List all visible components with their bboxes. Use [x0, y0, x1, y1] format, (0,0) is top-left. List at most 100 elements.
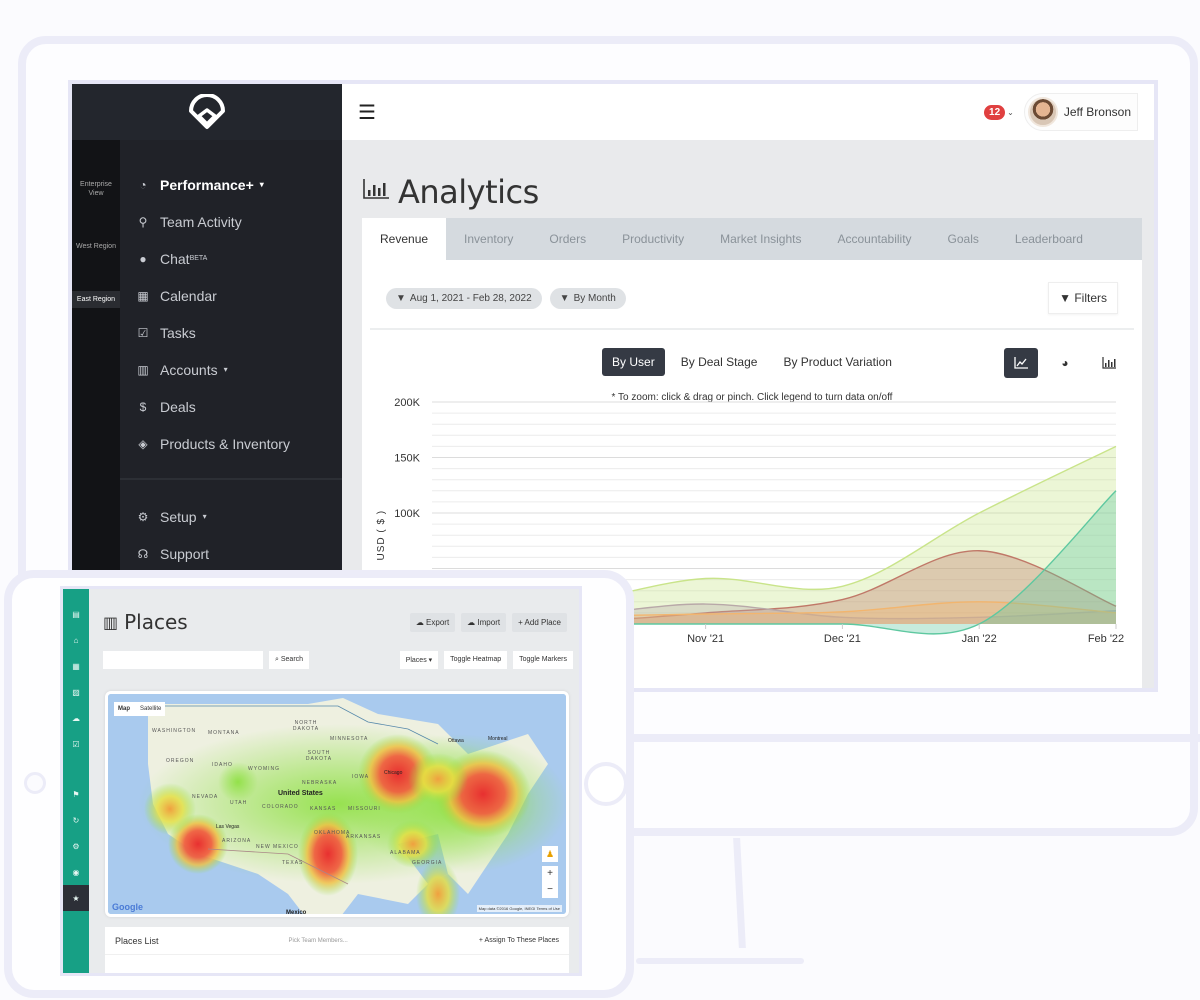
- sidebar-item-deals[interactable]: $ Deals: [120, 388, 342, 425]
- x-tick-label: Feb '22: [1088, 633, 1124, 645]
- map-state-label: OREGON: [166, 758, 195, 764]
- user-menu[interactable]: Jeff Bronson: [1023, 93, 1138, 131]
- sidebar-item-setup[interactable]: ⚙ Setup ▾: [120, 498, 342, 535]
- map-pin-icon: ⚲: [138, 214, 148, 229]
- calendar-icon[interactable]: ▦: [63, 653, 89, 679]
- chart-icon[interactable]: ▨: [63, 679, 89, 705]
- y-tick-label: 100K: [394, 508, 420, 520]
- flag-icon[interactable]: ⚑: [63, 781, 89, 807]
- x-tick-label: Dec '21: [824, 633, 861, 645]
- beta-badge: BETA: [189, 255, 208, 262]
- sidebar-item-label: Accounts: [160, 361, 218, 378]
- monitor-chin: [632, 734, 1200, 742]
- places-search-input[interactable]: [103, 651, 263, 669]
- sidebar-divider: [120, 478, 342, 480]
- notifications-button[interactable]: 12 ⌄: [984, 104, 1014, 120]
- date-range-label: Aug 1, 2021 - Feb 28, 2022: [409, 292, 532, 304]
- brand-logo[interactable]: [72, 84, 342, 140]
- map-state-label: SOUTH DAKOTA: [305, 750, 333, 762]
- search-button[interactable]: ⌕ Search: [269, 651, 310, 669]
- chart-tab-by-product-variation[interactable]: By Product Variation: [773, 348, 902, 376]
- tab-inventory[interactable]: Inventory: [446, 218, 531, 260]
- group-by-filter-pill[interactable]: ▼ By Month: [549, 287, 626, 309]
- places-list: Places List Pick Team Members... + Assig…: [105, 927, 569, 973]
- y-tick-label: 150K: [394, 453, 420, 465]
- dashboard-icon: ◔: [139, 177, 147, 192]
- bar-chart-icon[interactable]: [1092, 348, 1126, 378]
- region-west[interactable]: West Region: [72, 238, 120, 255]
- map-state-label: ARKANSAS: [346, 834, 382, 840]
- hamburger-menu-icon[interactable]: ☰: [358, 100, 376, 125]
- team-member-picker[interactable]: Pick Team Members...: [289, 938, 348, 944]
- pie-chart-icon[interactable]: ◕: [1048, 348, 1082, 378]
- chat-icon: ●: [139, 251, 147, 266]
- filter-icon: ▼: [559, 292, 570, 304]
- notification-badge: 12: [984, 104, 1006, 120]
- map-country-label-mexico: Mexico: [286, 910, 307, 916]
- map-state-label: MISSOURI: [348, 806, 381, 812]
- toggle-heatmap-button[interactable]: Toggle Heatmap: [444, 651, 508, 669]
- region-east[interactable]: East Region: [72, 291, 120, 309]
- star-icon[interactable]: ★: [63, 885, 89, 911]
- tab-revenue[interactable]: Revenue: [362, 218, 447, 260]
- sidebar-item-performance[interactable]: ◔ Performance+ ▾: [120, 166, 342, 203]
- region-enterprise-view[interactable]: Enterprise View: [72, 176, 120, 202]
- tab-market-insights[interactable]: Market Insights: [702, 218, 819, 260]
- refresh-icon[interactable]: ↻: [63, 807, 89, 833]
- map-state-label: TEXAS: [282, 860, 304, 866]
- x-tick-label: Nov '21: [687, 633, 724, 645]
- sidebar-item-team-activity[interactable]: ⚲ Team Activity: [120, 203, 342, 240]
- zoom-in-button[interactable]: +: [542, 866, 558, 882]
- tab-goals[interactable]: Goals: [930, 218, 997, 260]
- tab-productivity[interactable]: Productivity: [604, 218, 702, 260]
- sidebar-item-products-inventory[interactable]: ◈ Products & Inventory: [120, 425, 342, 462]
- filter-icon: ▼: [396, 292, 406, 304]
- page-title: Analytics: [342, 140, 1154, 220]
- filters-button[interactable]: ▼ Filters: [1048, 282, 1118, 314]
- assign-places-button[interactable]: + Assign To These Places: [479, 937, 559, 944]
- sidebar-item-chat[interactable]: ● Chat BETA: [120, 240, 342, 277]
- places-dropdown[interactable]: Places ▾: [399, 651, 439, 669]
- street-view-pegman-icon[interactable]: ♟: [542, 846, 558, 862]
- map-state-label: OKLAHOMA: [314, 830, 351, 836]
- tab-leaderboard[interactable]: Leaderboard: [997, 218, 1101, 260]
- map-attribution[interactable]: Map data ©2016 Google, INEGI Terms of Us…: [476, 905, 562, 912]
- chart-grouping-tabs: By User By Deal Stage By Product Variati…: [362, 348, 1142, 378]
- check-square-icon[interactable]: ☑: [63, 731, 89, 757]
- chevron-down-icon: ⌄: [1007, 107, 1014, 117]
- sidebar-item-tasks[interactable]: ☑ Tasks: [120, 314, 342, 351]
- y-axis-title: USD ( $ ): [376, 510, 387, 561]
- dashboard-icon[interactable]: ▤: [63, 601, 89, 627]
- home-icon[interactable]: ⌂: [63, 627, 89, 653]
- sidebar-item-accounts[interactable]: ▥ Accounts ▾: [120, 351, 342, 388]
- logo-icon: [189, 94, 225, 129]
- toggle-markers-button[interactable]: Toggle Markers: [513, 651, 573, 669]
- chart-tab-by-user[interactable]: By User: [602, 348, 665, 376]
- heatmap-map[interactable]: Map Satellite United States WASHINGTON M…: [105, 691, 569, 917]
- cloud-icon[interactable]: ☁: [63, 705, 89, 731]
- map-view-button[interactable]: Map: [118, 706, 130, 712]
- map-state-label: IDAHO: [212, 762, 233, 768]
- chart-tab-by-deal-stage[interactable]: By Deal Stage: [671, 348, 768, 376]
- gear-icon[interactable]: ⚙: [63, 833, 89, 859]
- zoom-out-button[interactable]: −: [542, 882, 558, 898]
- sidebar-item-calendar[interactable]: ▦ Calendar: [120, 277, 342, 314]
- sidebar-item-label: Products & Inventory: [160, 435, 290, 452]
- date-range-filter-pill[interactable]: ▼ Aug 1, 2021 - Feb 28, 2022: [386, 287, 542, 309]
- settings-icon[interactable]: ◉: [63, 859, 89, 885]
- sidebar-item-label: Team Activity: [160, 213, 242, 230]
- bar-chart-icon: [362, 178, 390, 206]
- export-button[interactable]: ☁ Export: [409, 612, 456, 632]
- add-place-button[interactable]: + Add Place: [512, 612, 567, 632]
- tab-orders[interactable]: Orders: [531, 218, 604, 260]
- search-icon: ⌕: [275, 656, 279, 663]
- map-city-label: Ottawa: [448, 738, 464, 744]
- satellite-view-button[interactable]: Satellite: [140, 706, 161, 712]
- line-chart-icon[interactable]: [1004, 348, 1038, 378]
- check-square-icon: ☑: [137, 325, 149, 340]
- filter-icon: ▼: [1059, 291, 1071, 305]
- tab-accountability[interactable]: Accountability: [820, 218, 930, 260]
- import-button[interactable]: ☁ Import: [461, 612, 507, 632]
- sidebar-item-support[interactable]: ☊ Support: [120, 535, 342, 572]
- tablet-main: ▥ Places ☁ Export ☁ Import + Add Place ⌕…: [89, 589, 579, 973]
